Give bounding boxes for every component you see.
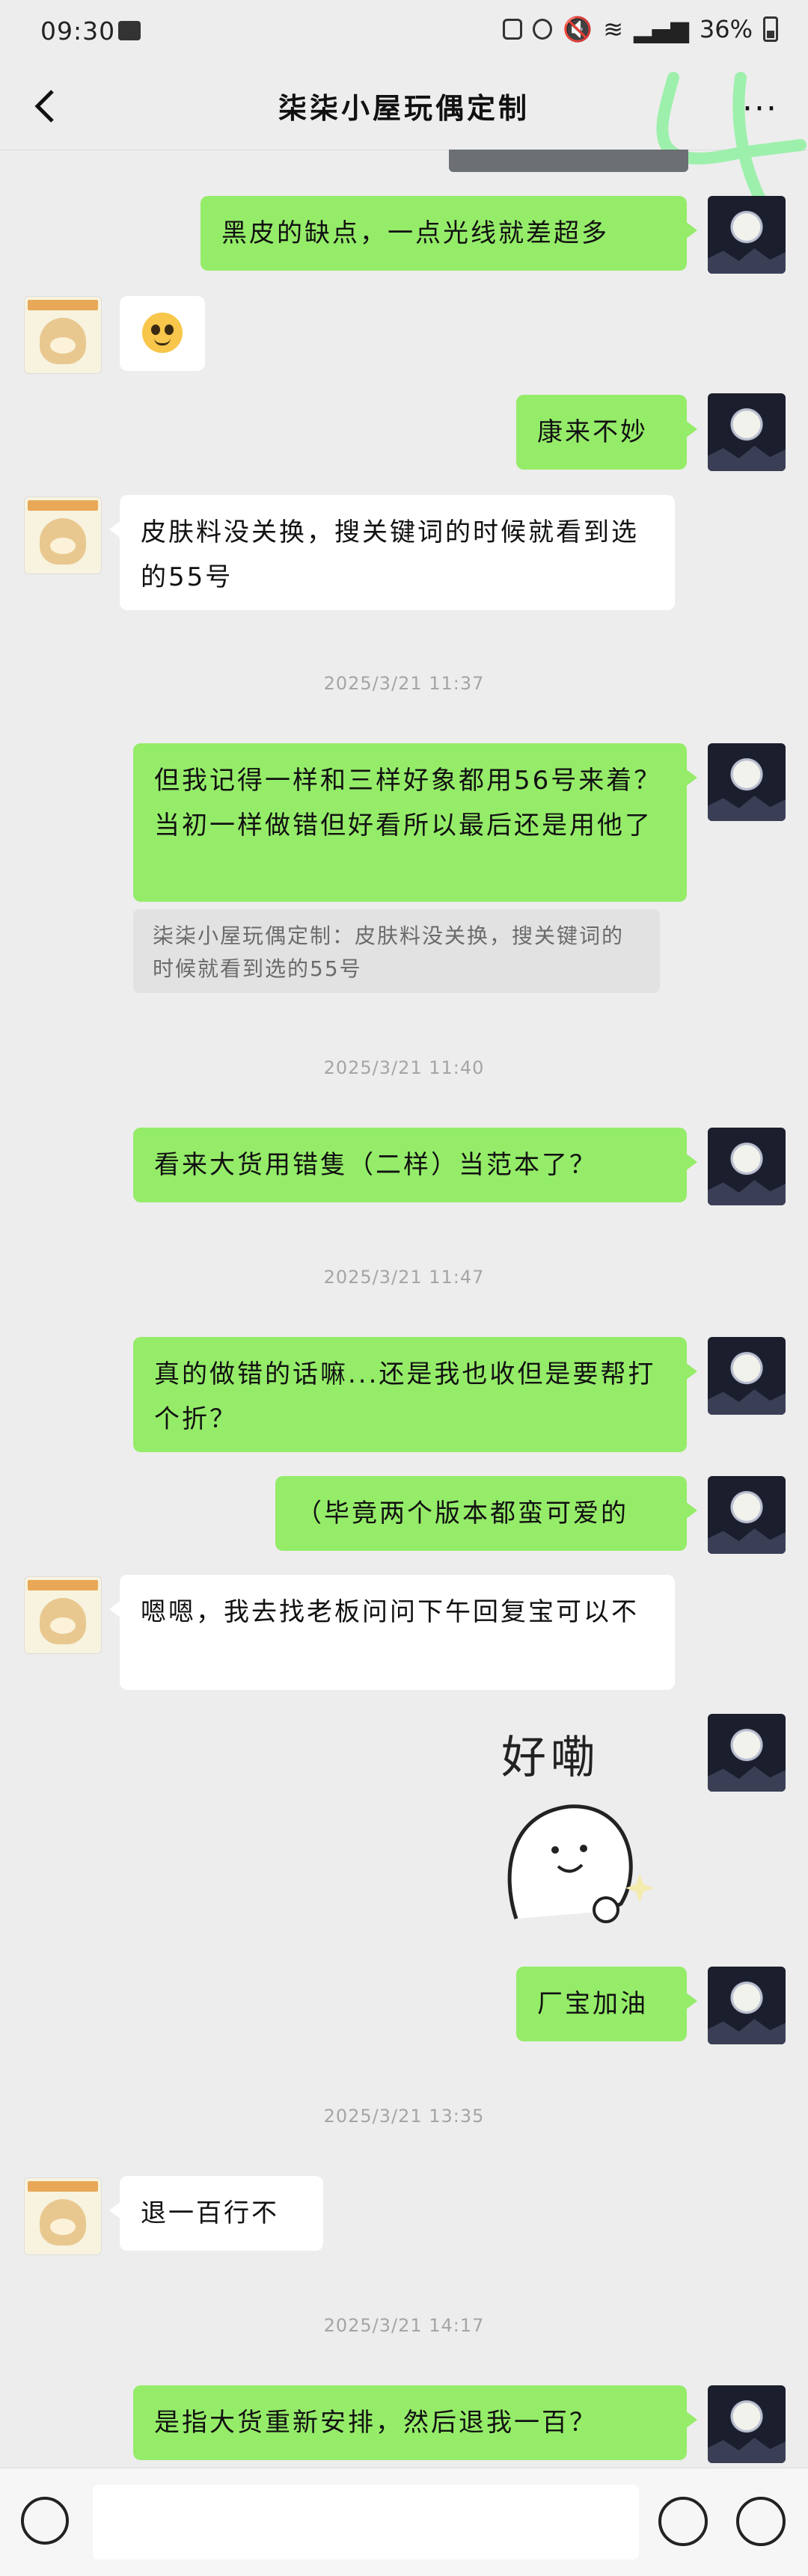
message-bubble-sent[interactable]: 康来不妙: [516, 395, 697, 470]
my-avatar[interactable]: [708, 1967, 786, 2044]
message-bubble-sent[interactable]: （毕竟两个版本都蛮可爱的: [275, 1476, 697, 1551]
chat-area[interactable]: 黑皮的缺点，一点光线就差超多 康来不妙 皮肤料没关换，搜关键词的时候就看到选的5…: [0, 150, 808, 2468]
chat-header: 柒柒小屋玩偶定制 ···: [0, 63, 808, 150]
flushed-face-icon: [142, 313, 183, 353]
message-bubble-sent[interactable]: 是指大货重新安排，然后退我一百？: [133, 2385, 697, 2460]
timestamp: 2025/3/21 11:40: [323, 1057, 485, 1078]
my-avatar[interactable]: [708, 743, 786, 821]
my-avatar[interactable]: [708, 393, 786, 471]
gallery-notification-icon: [118, 21, 141, 40]
battery-percent: 36%: [699, 15, 753, 43]
my-avatar[interactable]: [708, 1128, 786, 1205]
sim-icon: [503, 19, 523, 40]
emoji-picker-icon[interactable]: [658, 2497, 708, 2546]
message-bubble-sent[interactable]: 真的做错的话嘛...还是我也收但是要帮打个折？: [133, 1337, 697, 1452]
message-bubble-sent[interactable]: 看来大货用错隻（二样）当范本了？: [133, 1128, 697, 1202]
more-options-icon[interactable]: ···: [742, 90, 778, 128]
emoji-message[interactable]: [120, 296, 205, 371]
my-avatar[interactable]: [708, 1714, 786, 1792]
contact-avatar[interactable]: [24, 2177, 102, 2255]
add-attachment-icon[interactable]: [736, 2497, 786, 2546]
smiling-blob-icon: [507, 1804, 654, 1923]
message-bubble-received[interactable]: 退一百行不: [109, 2176, 323, 2251]
sticker-message[interactable]: 好嘞: [486, 1721, 673, 1938]
message-bubble-sent[interactable]: 厂宝加油: [516, 1967, 697, 2041]
quoted-message[interactable]: 柒柒小屋玩偶定制：皮肤料没关换，搜关键词的时候就看到选的55号: [133, 909, 660, 993]
sticker-text: 好嘞: [501, 1732, 600, 1784]
mute-icon: 🔇: [563, 15, 593, 43]
contact-avatar[interactable]: [24, 296, 102, 374]
chat-title: 柒柒小屋玩偶定制: [278, 92, 530, 125]
message-bubble-sent[interactable]: 但我记得一样和三样好象都用56号来着？当初一样做错但好看所以最后还是用他了: [133, 743, 697, 902]
wifi-icon: ≋: [603, 15, 624, 43]
image-message-partial[interactable]: [449, 150, 688, 172]
contact-avatar[interactable]: [24, 497, 102, 574]
alarm-icon: [533, 19, 553, 40]
my-avatar[interactable]: [708, 1337, 786, 1415]
timestamp: 2025/3/21 14:17: [323, 2315, 485, 2336]
my-avatar[interactable]: [708, 1476, 786, 1554]
my-avatar[interactable]: [708, 196, 786, 274]
timestamp: 2025/3/21 11:37: [323, 673, 485, 694]
voice-input-icon[interactable]: [21, 2497, 69, 2545]
timestamp: 2025/3/21 13:35: [323, 2106, 485, 2127]
signal-icon: ▂▄▆: [634, 15, 689, 43]
battery-icon: [763, 16, 778, 42]
message-bubble-received[interactable]: 嗯嗯，我去找老板问问下午回复宝可以不: [109, 1575, 675, 1690]
input-bar: [0, 2468, 808, 2576]
contact-avatar[interactable]: [24, 1576, 102, 1654]
my-avatar[interactable]: [708, 2385, 786, 2463]
message-bubble-sent[interactable]: 黑皮的缺点，一点光线就差超多: [201, 196, 697, 271]
timestamp: 2025/3/21 11:47: [323, 1267, 485, 1288]
status-time: 09:30: [40, 16, 116, 46]
message-input[interactable]: [93, 2485, 639, 2560]
status-icons: 🔇 ≋ ▂▄▆ 36%: [503, 15, 778, 43]
status-bar: 09:30 🔇 ≋ ▂▄▆ 36%: [0, 0, 808, 63]
message-bubble-received[interactable]: 皮肤料没关换，搜关键词的时候就看到选的55号: [109, 495, 675, 610]
